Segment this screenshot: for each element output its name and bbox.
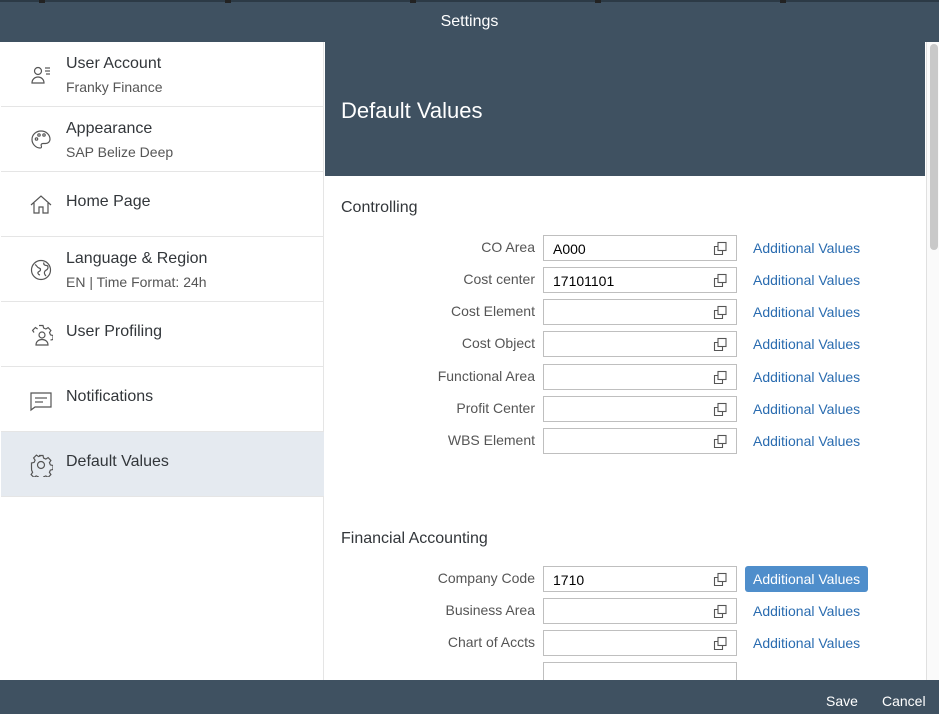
functional-area-input[interactable] <box>543 364 737 390</box>
business-area-input[interactable] <box>543 598 737 624</box>
company-code-input[interactable]: 1710 <box>543 566 737 592</box>
additional-values-link[interactable]: Additional Values <box>745 598 868 624</box>
field-label: WBS Element <box>447 432 535 448</box>
sidebar-item-label: Language & Region <box>66 250 208 267</box>
sidebar-item-label: Appearance <box>66 120 153 137</box>
sidebar-item-language-region[interactable]: Language & Region EN | Time Format: 24h <box>1 237 324 302</box>
form-row-co-area: CO Area A000 Additional Values <box>325 235 925 263</box>
additional-values-link[interactable]: Additional Values <box>745 235 868 261</box>
sidebar-item-sublabel: Franky Finance <box>66 79 163 95</box>
dialog-footer: Save Cancel <box>0 680 939 714</box>
field-label: Cost Element <box>450 303 535 319</box>
field-value: 1710 <box>553 572 585 588</box>
form-row-company-code: Company Code 1710 Additional Values <box>325 566 925 594</box>
value-help-icon[interactable] <box>713 402 728 417</box>
additional-values-link[interactable]: Additional Values <box>745 364 868 390</box>
gear-icon <box>29 453 54 481</box>
value-help-icon[interactable] <box>713 604 728 619</box>
field-label: Profit Center <box>456 400 535 416</box>
form-row-cost-element: Cost Element Additional Values <box>325 299 925 327</box>
settings-dialog: Settings User Account Franky Finance App… <box>0 0 939 714</box>
dialog-title-bar: Settings <box>0 0 939 42</box>
section-title-financial-accounting: Financial Accounting <box>341 530 488 547</box>
save-button[interactable]: Save <box>826 693 858 709</box>
additional-values-link[interactable]: Additional Values <box>745 428 868 454</box>
home-icon <box>29 193 53 217</box>
sidebar-item-user-profiling[interactable]: User Profiling <box>1 302 324 367</box>
form-row-business-area: Business Area Additional Values <box>325 598 925 626</box>
cost-object-input[interactable] <box>543 331 737 357</box>
palette-icon <box>29 128 53 152</box>
field-label: Company Code <box>437 570 535 586</box>
sidebar-item-appearance[interactable]: Appearance SAP Belize Deep <box>1 107 324 172</box>
field-label: Cost Object <box>461 335 535 351</box>
dialog-title: Settings <box>440 13 499 30</box>
sidebar-item-default-values[interactable]: Default Values <box>1 432 324 497</box>
panel-scrollbar[interactable] <box>926 42 939 680</box>
sidebar-item-home-page[interactable]: Home Page <box>1 172 324 237</box>
notifications-icon <box>29 388 53 412</box>
cost-center-input[interactable]: 17101101 <box>543 267 737 293</box>
cancel-button[interactable]: Cancel <box>882 693 926 709</box>
field-value: 17101101 <box>553 273 615 289</box>
value-help-icon[interactable] <box>713 305 728 320</box>
sidebar-item-sublabel: EN | Time Format: 24h <box>66 274 207 290</box>
field-value: A000 <box>553 241 586 257</box>
value-help-icon[interactable] <box>713 273 728 288</box>
value-help-icon[interactable] <box>713 572 728 587</box>
sidebar-item-label: Notifications <box>66 388 154 405</box>
settings-sidebar: User Account Franky Finance Appearance S… <box>1 42 324 680</box>
globe-icon <box>29 258 53 282</box>
value-help-icon[interactable] <box>713 636 728 651</box>
additional-values-link[interactable]: Additional Values <box>745 630 868 656</box>
sidebar-item-sublabel: SAP Belize Deep <box>66 144 174 160</box>
form-row-functional-area: Functional Area Additional Values <box>325 364 925 392</box>
field-label: CO Area <box>481 239 535 255</box>
partially-visible-input[interactable] <box>543 662 737 680</box>
panel-header: Default Values <box>325 42 925 176</box>
value-help-icon[interactable] <box>713 337 728 352</box>
panel-title: Default Values <box>341 98 483 123</box>
value-help-icon[interactable] <box>713 370 728 385</box>
additional-values-link[interactable]: Additional Values <box>745 331 868 357</box>
additional-values-link[interactable]: Additional Values <box>745 566 869 592</box>
field-label: Chart of Accts <box>447 634 535 650</box>
default-values-panel: Default Values Controlling CO Area A000 … <box>325 42 939 680</box>
form-row-partial <box>325 662 925 680</box>
field-label: Cost center <box>463 271 535 287</box>
profit-center-input[interactable] <box>543 396 737 422</box>
form-row-profit-center: Profit Center Additional Values <box>325 396 925 424</box>
cost-element-input[interactable] <box>543 299 737 325</box>
field-label: Business Area <box>445 602 536 618</box>
additional-values-link[interactable]: Additional Values <box>745 299 868 325</box>
additional-values-link[interactable]: Additional Values <box>745 267 868 293</box>
user-account-icon <box>29 63 53 87</box>
user-profiling-icon <box>29 323 54 347</box>
sidebar-item-notifications[interactable]: Notifications <box>1 367 324 432</box>
scrollbar-thumb[interactable] <box>930 44 938 250</box>
chart-of-accts-input[interactable] <box>543 630 737 656</box>
shell-edge-mark <box>410 0 416 3</box>
value-help-icon[interactable] <box>713 241 728 256</box>
co-area-input[interactable]: A000 <box>543 235 737 261</box>
sidebar-item-label: User Profiling <box>66 323 163 340</box>
form-row-cost-object: Cost Object Additional Values <box>325 331 925 359</box>
section-title-controlling: Controlling <box>341 199 418 216</box>
form-row-chart-of-accts: Chart of Accts Additional Values <box>325 630 925 658</box>
value-help-icon[interactable] <box>713 434 728 449</box>
form-row-cost-center: Cost center 17101101 Additional Values <box>325 267 925 295</box>
form-row-wbs-element: WBS Element Additional Values <box>325 428 925 456</box>
sidebar-item-user-account[interactable]: User Account Franky Finance <box>1 42 324 107</box>
additional-values-link[interactable]: Additional Values <box>745 396 868 422</box>
sidebar-item-label: Home Page <box>66 193 151 210</box>
shell-edge-mark <box>595 0 601 3</box>
sidebar-item-label: User Account <box>66 55 162 72</box>
shell-edge-mark <box>225 0 231 3</box>
field-label: Functional Area <box>437 368 535 384</box>
sidebar-item-label: Default Values <box>66 453 169 470</box>
shell-edge-mark <box>39 0 45 3</box>
wbs-element-input[interactable] <box>543 428 737 454</box>
shell-edge-mark <box>780 0 786 3</box>
